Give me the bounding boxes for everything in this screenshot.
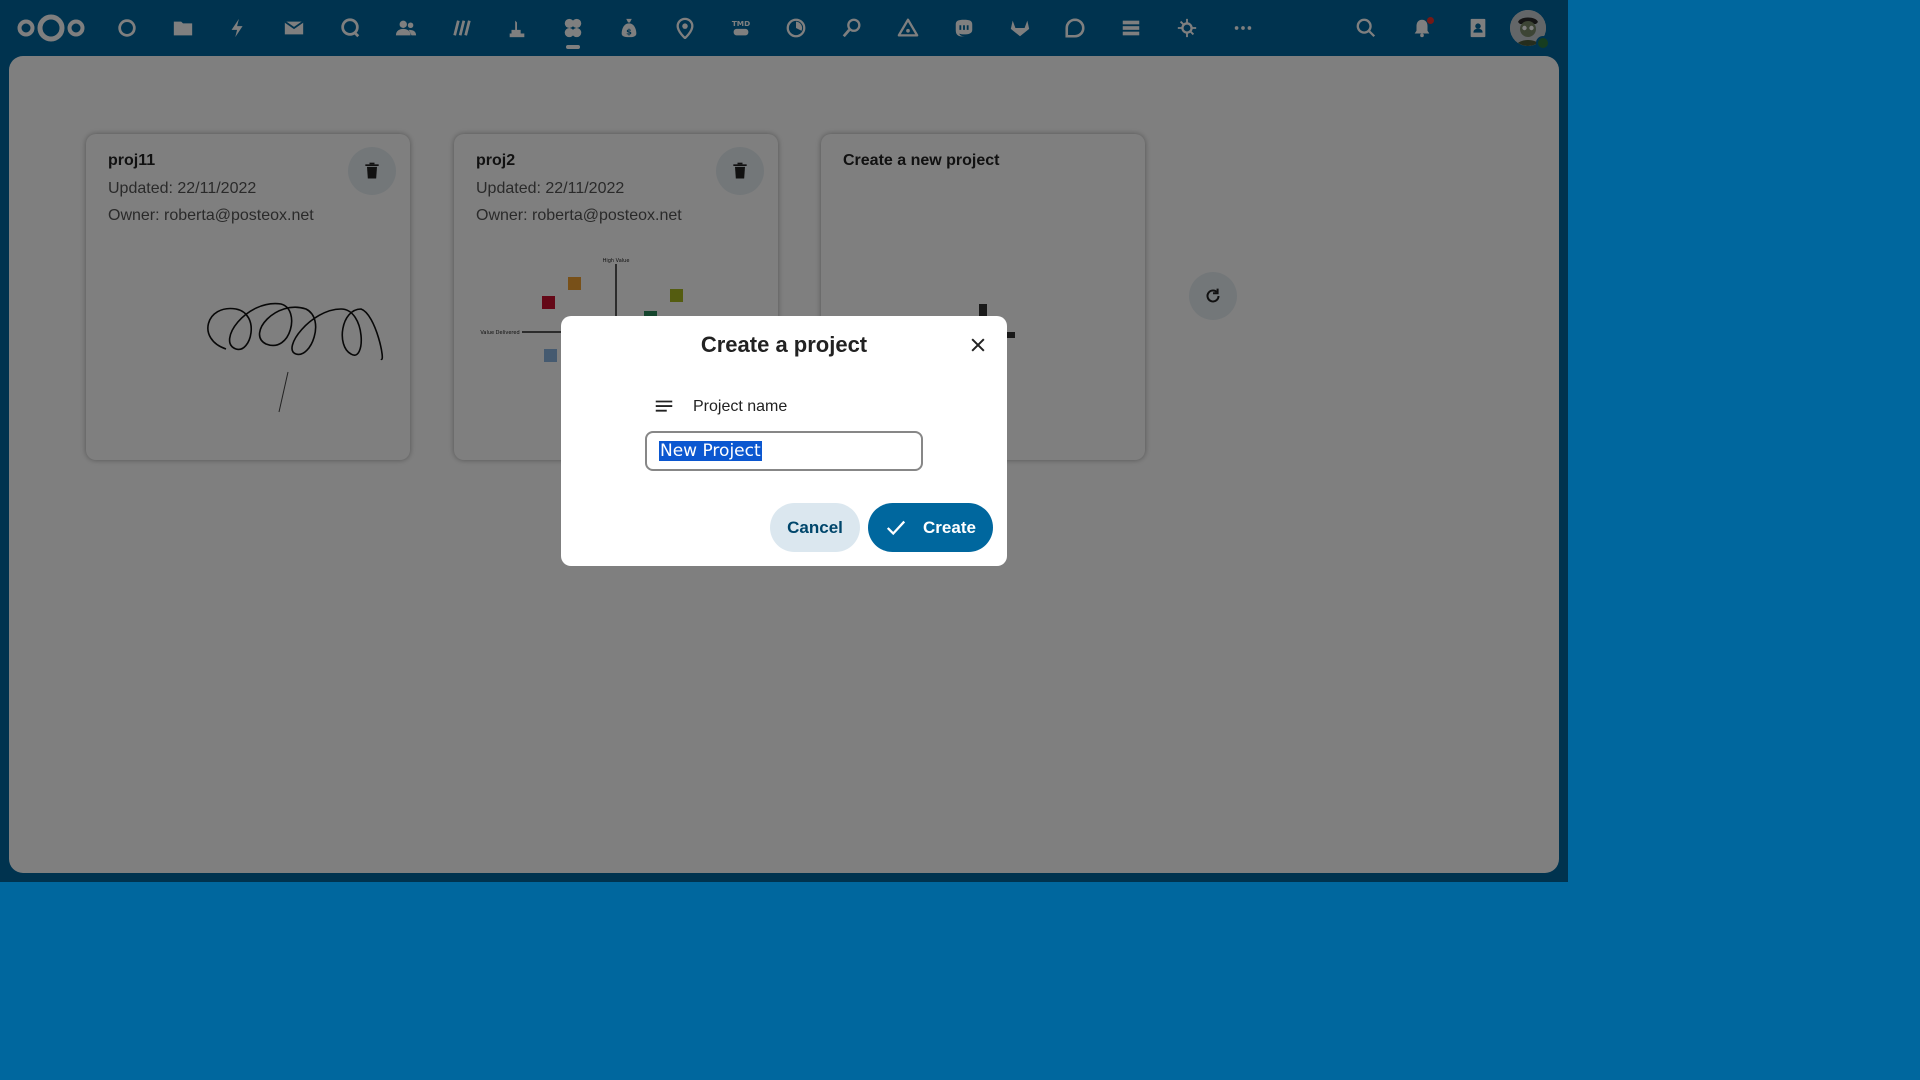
project-name-label-row: Project name (653, 396, 787, 418)
cancel-button[interactable]: Cancel (770, 503, 860, 552)
checkmark-icon (886, 520, 906, 535)
close-button[interactable] (963, 330, 993, 360)
close-icon (971, 338, 985, 352)
create-project-dialog: Create a project Project name New Projec… (561, 316, 1007, 566)
dialog-title: Create a project (700, 332, 868, 357)
project-name-input[interactable]: New Project (645, 431, 923, 471)
project-name-value: New Project (659, 441, 762, 461)
create-button[interactable]: Create (868, 503, 993, 552)
project-name-label: Project name (693, 398, 788, 415)
text-lines-icon (655, 400, 673, 412)
create-button-label: Create (923, 517, 976, 537)
